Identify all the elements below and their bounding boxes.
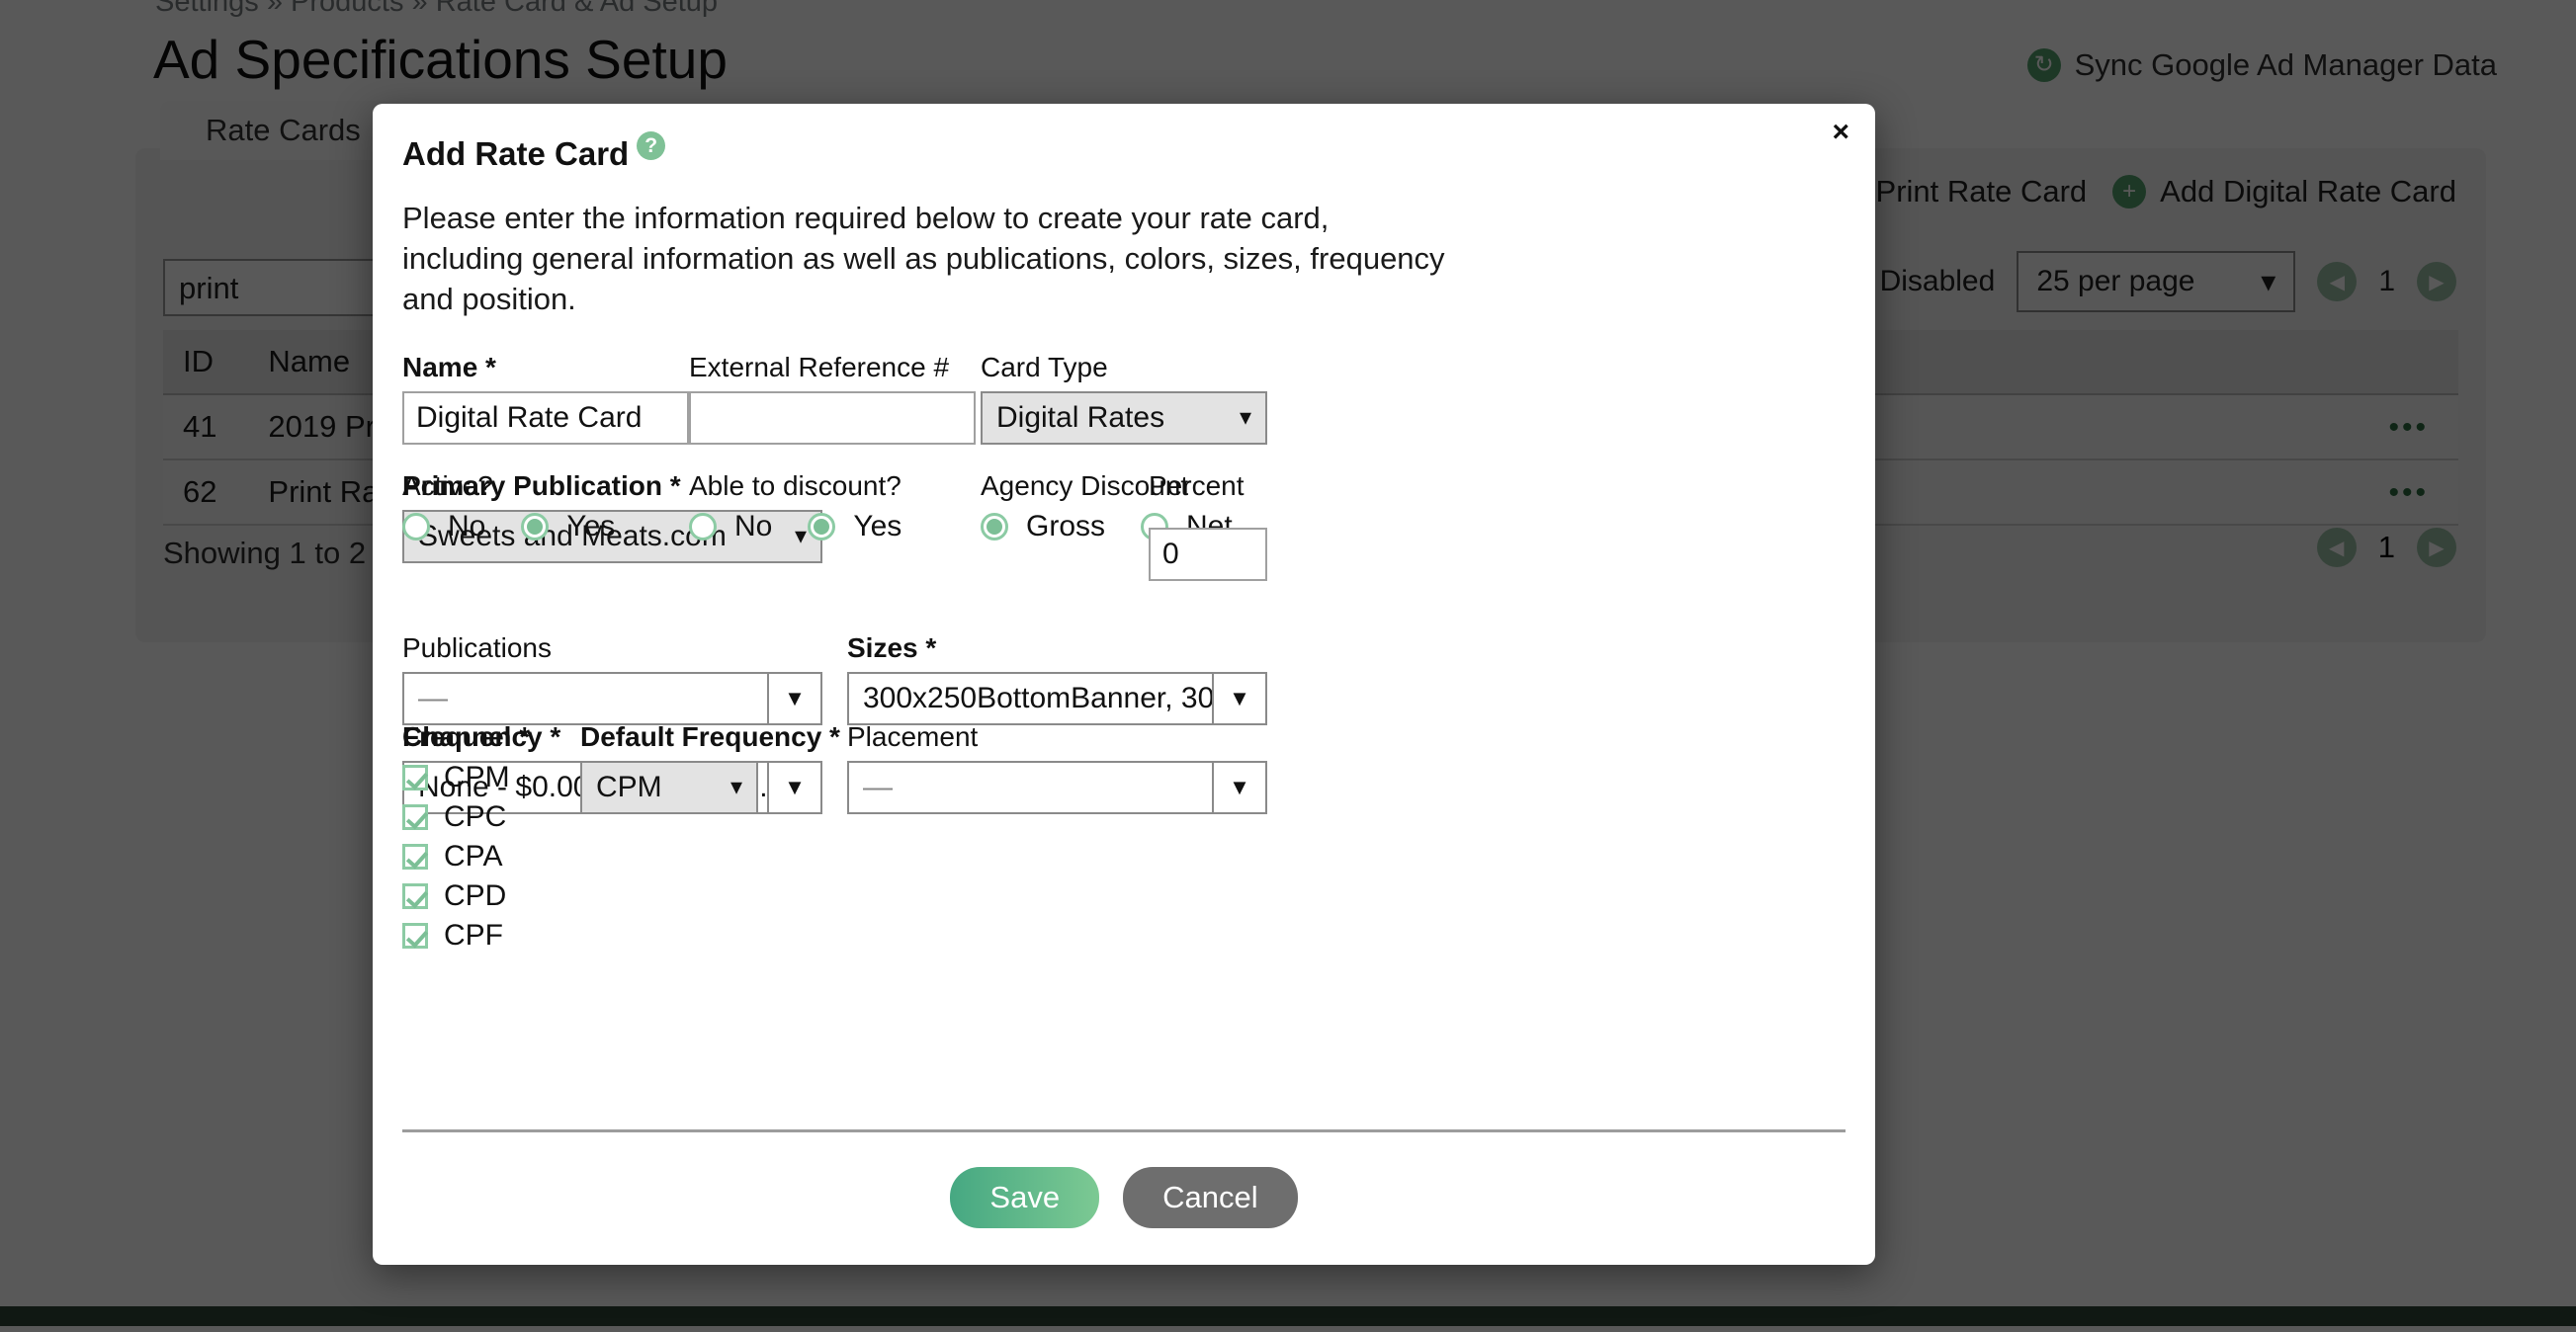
- field-able-to-discount-label: Able to discount?: [689, 469, 902, 501]
- cancel-button[interactable]: Cancel: [1123, 1167, 1298, 1228]
- card-type-select[interactable]: Digital Rates ▾: [981, 390, 1267, 445]
- percent-input[interactable]: 0: [1149, 527, 1267, 581]
- agency-discount-radio-gross[interactable]: [981, 512, 1008, 541]
- checkbox-checked-icon[interactable]: [402, 882, 428, 909]
- frequency-option-cpc[interactable]: CPC: [402, 800, 560, 834]
- frequency-label-cpf: CPF: [444, 918, 503, 952]
- card-type-value: Digital Rates: [996, 400, 1165, 434]
- checkbox-checked-icon[interactable]: [402, 803, 428, 830]
- checkbox-checked-icon[interactable]: [402, 843, 428, 870]
- frequency-option-cpa[interactable]: CPA: [402, 840, 560, 874]
- active-radio-no-label: No: [448, 509, 486, 542]
- save-button[interactable]: Save: [950, 1167, 1100, 1228]
- modal-divider: [402, 1129, 1846, 1132]
- agency-discount-radio-gross-label: Gross: [1026, 509, 1106, 542]
- active-radio-yes-label: Yes: [566, 509, 616, 542]
- active-radio-yes[interactable]: [521, 512, 550, 541]
- field-active: Active? No Yes: [402, 470, 633, 543]
- frequency-label-cpm: CPM: [444, 760, 510, 793]
- frequency-option-cpf[interactable]: CPF: [402, 919, 560, 953]
- frequency-label-cpd: CPD: [444, 878, 507, 912]
- external-reference-input[interactable]: [689, 390, 976, 445]
- field-able-to-discount: Able to discount? No Yes: [689, 470, 919, 543]
- default-frequency-value: CPM: [596, 770, 662, 803]
- field-frequency-label: Frequency *: [402, 720, 561, 752]
- field-card-type-label: Card Type: [981, 351, 1108, 382]
- default-frequency-select[interactable]: CPM ▾: [580, 760, 758, 814]
- field-placement: Placement — ▼: [847, 721, 1267, 814]
- question-mark-icon[interactable]: ?: [637, 131, 666, 160]
- frequency-option-cpd[interactable]: CPD: [402, 879, 560, 913]
- publications-value: —: [418, 681, 448, 714]
- name-input[interactable]: Digital Rate Card: [402, 390, 689, 445]
- field-card-type: Card Type Digital Rates ▾: [981, 352, 1267, 445]
- field-default-frequency: Default Frequency * CPM ▾: [580, 720, 840, 814]
- placement-value: —: [863, 770, 893, 803]
- field-publications-label: Publications: [402, 631, 552, 663]
- sizes-multiselect[interactable]: 300x250BottomBanner, 300x250MediumRect..…: [847, 671, 1267, 725]
- active-radio-no[interactable]: [402, 512, 430, 541]
- caret-down-icon: ▼: [1212, 673, 1265, 723]
- field-publications: Publications — ▼: [402, 632, 822, 725]
- modal-description: Please enter the information required be…: [402, 201, 1445, 316]
- frequency-option-cpm[interactable]: CPM: [402, 761, 560, 794]
- checkbox-checked-icon[interactable]: [402, 922, 428, 949]
- add-rate-card-modal: × Add Rate Card ? Please enter the infor…: [373, 104, 1875, 1265]
- able-to-discount-radio-group: No Yes: [689, 510, 919, 543]
- field-name-label: Name *: [402, 351, 496, 382]
- field-percent-label: Percent: [1149, 469, 1245, 501]
- field-external-reference-label: External Reference #: [689, 351, 950, 382]
- able-to-discount-radio-no[interactable]: [689, 512, 717, 541]
- field-external-reference: External Reference #: [689, 352, 976, 445]
- sizes-value: 300x250BottomBanner, 300x250MediumRect..…: [863, 681, 1212, 714]
- modal-title-row: Add Rate Card ?: [402, 131, 1846, 173]
- chevron-down-icon: ▾: [730, 774, 742, 801]
- publications-multiselect[interactable]: — ▼: [402, 671, 822, 725]
- field-placement-label: Placement: [847, 720, 979, 752]
- able-to-discount-radio-yes-label: Yes: [853, 509, 902, 542]
- caret-down-icon: ▼: [767, 673, 820, 723]
- placement-multiselect[interactable]: — ▼: [847, 760, 1267, 814]
- field-frequency: Frequency * CPM CPC CPA CPD CPF: [402, 721, 560, 958]
- chevron-down-icon: ▾: [1239, 404, 1251, 432]
- frequency-label-cpc: CPC: [444, 799, 507, 833]
- field-sizes-label: Sizes *: [847, 631, 937, 663]
- caret-down-icon: ▼: [1212, 762, 1265, 812]
- field-percent: Percent 0: [1149, 470, 1267, 581]
- able-to-discount-radio-yes[interactable]: [808, 512, 836, 541]
- caret-down-icon: ▼: [767, 762, 820, 812]
- field-sizes: Sizes * 300x250BottomBanner, 300x250Medi…: [847, 632, 1267, 725]
- modal-title: Add Rate Card: [402, 135, 630, 172]
- able-to-discount-radio-no-label: No: [734, 509, 773, 542]
- field-active-label: Active?: [402, 469, 493, 501]
- modal-footer-buttons: Save Cancel: [373, 1167, 1875, 1228]
- active-radio-group: No Yes: [402, 510, 633, 543]
- checkbox-checked-icon[interactable]: [402, 764, 428, 791]
- field-default-frequency-label: Default Frequency *: [580, 720, 840, 752]
- frequency-label-cpa: CPA: [444, 839, 503, 873]
- field-name: Name * Digital Rate Card: [402, 352, 689, 445]
